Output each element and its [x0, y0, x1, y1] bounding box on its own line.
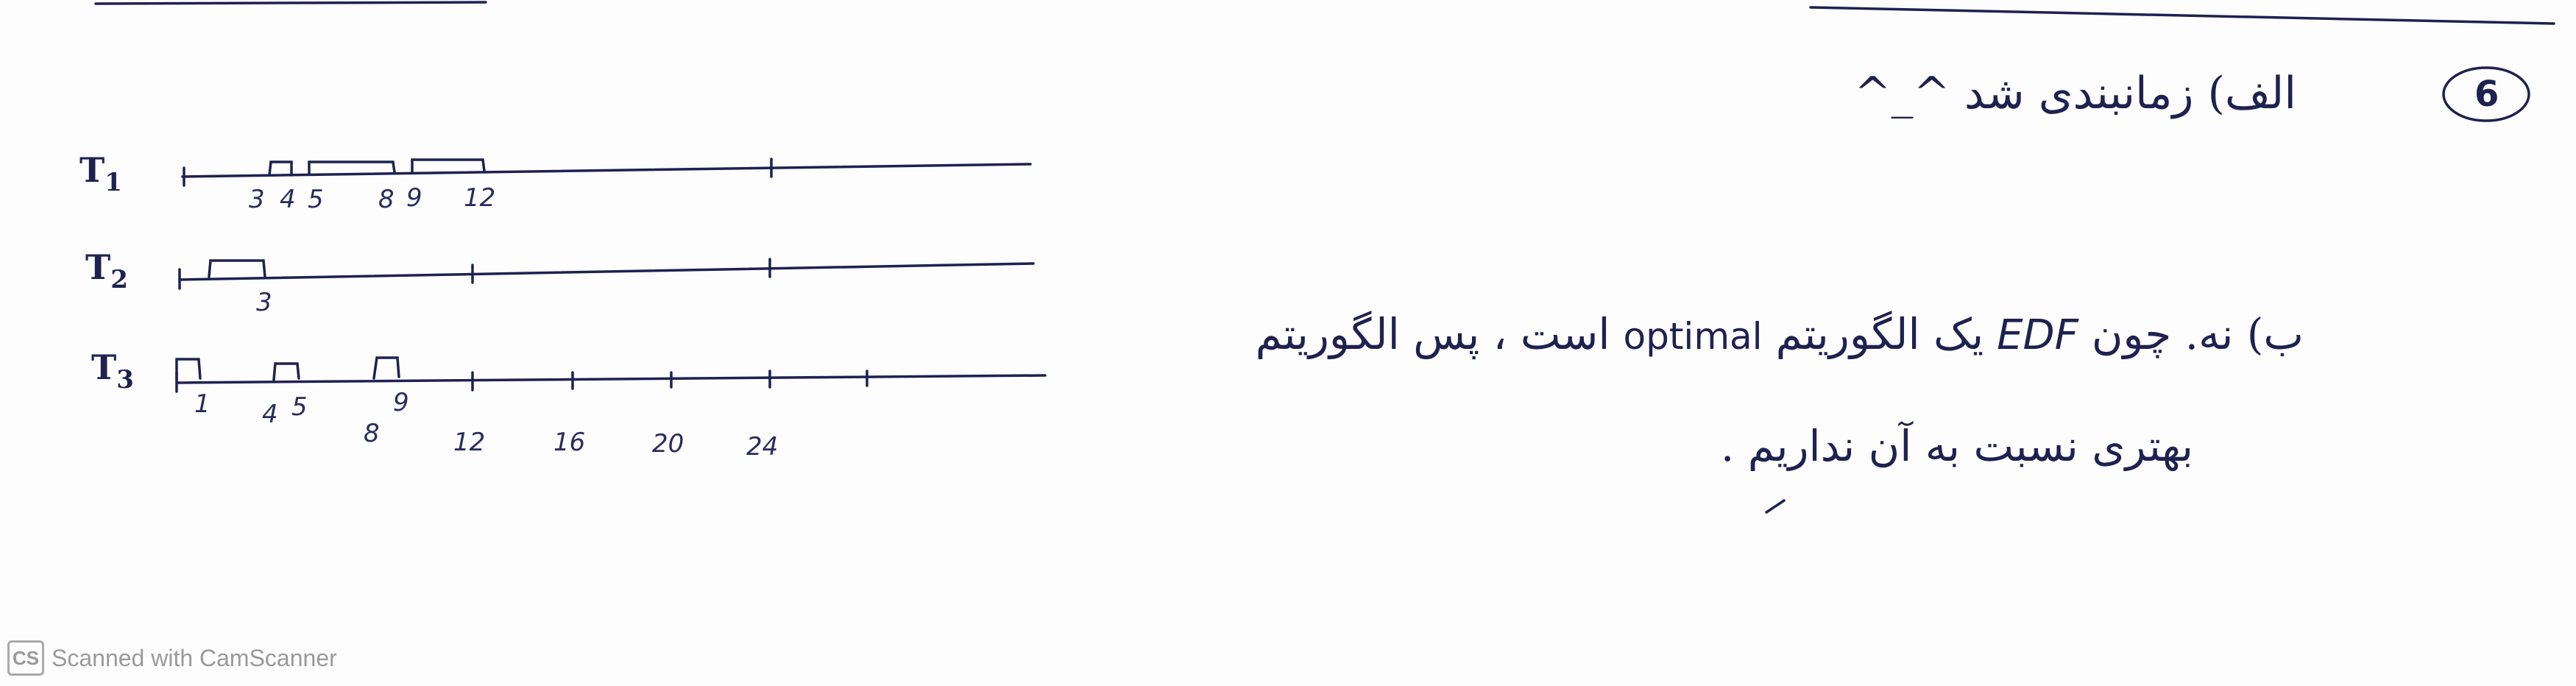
top-rule-right — [1809, 6, 2555, 25]
t3-box-0-1 — [175, 358, 202, 381]
t1-box-3-4 — [268, 160, 293, 177]
t3-tick-label: 8 — [364, 419, 380, 448]
part-b-line-1: ب) نه. چون EDF یک الگوریتم optimal است ،… — [1256, 309, 2304, 359]
watermark-text: Scanned with CamScanner — [52, 644, 337, 671]
t2-box-0-3 — [208, 259, 266, 278]
optimal-term: optimal — [1623, 315, 1763, 358]
t3-tick-label: 16 — [553, 428, 586, 457]
part-b-mid: یک الگوریتم — [1775, 309, 1984, 359]
t3-tick-label: 24 — [746, 432, 779, 462]
t3-tick-label: 5 — [291, 392, 308, 422]
part-b-suffix: است ، پس الگوریتم — [1255, 309, 1610, 359]
t1-tick-label: 12 — [464, 183, 496, 213]
scanned-page: 6 الف) زمانبندی شد ^_^ ب) نه. چون EDF یک… — [0, 0, 2576, 686]
t3-tick-label: 12 — [453, 428, 486, 457]
t1-tick-label: 9 — [406, 183, 422, 213]
question-number: 6 — [2474, 74, 2499, 115]
t1-tick-label: 4 — [280, 185, 296, 214]
task-label-t1: T1 — [79, 150, 122, 197]
t1-tick-label: 8 — [378, 185, 394, 214]
edf-term: EDF — [1997, 311, 2078, 359]
t1-box-5-8 — [308, 160, 396, 175]
camscanner-watermark: CS Scanned with CamScanner — [7, 640, 337, 676]
t3-axis — [175, 374, 1047, 384]
t2-tick-label: 3 — [256, 288, 272, 317]
t1-tick-label: 5 — [308, 185, 324, 214]
t3-box-4-5 — [272, 362, 300, 381]
t3-tick-label: 9 — [393, 388, 409, 417]
pen-stroke-mark — [1765, 499, 1786, 514]
t1-box-9-12 — [411, 158, 486, 174]
camscanner-logo-icon: CS — [7, 640, 44, 676]
t2-axis — [178, 262, 1035, 281]
t1-tick-label: 3 — [249, 185, 265, 214]
part-a-answer: الف) زمانبندی شد ^_^ — [1854, 68, 2296, 119]
task-label-t3: T3 — [91, 347, 134, 395]
t3-tick-label: 1 — [194, 389, 210, 419]
t3-tick-label: 20 — [652, 429, 684, 459]
task-label-t2: T2 — [85, 247, 128, 294]
t3-tick-label: 4 — [262, 400, 278, 429]
part-b-prefix: ب) نه. چون — [2091, 309, 2304, 359]
part-b-line-2: بهتری نسبت به آن نداریم . — [1720, 421, 2193, 471]
top-rule-left — [94, 1, 487, 5]
t3-box-8-9 — [372, 356, 400, 380]
